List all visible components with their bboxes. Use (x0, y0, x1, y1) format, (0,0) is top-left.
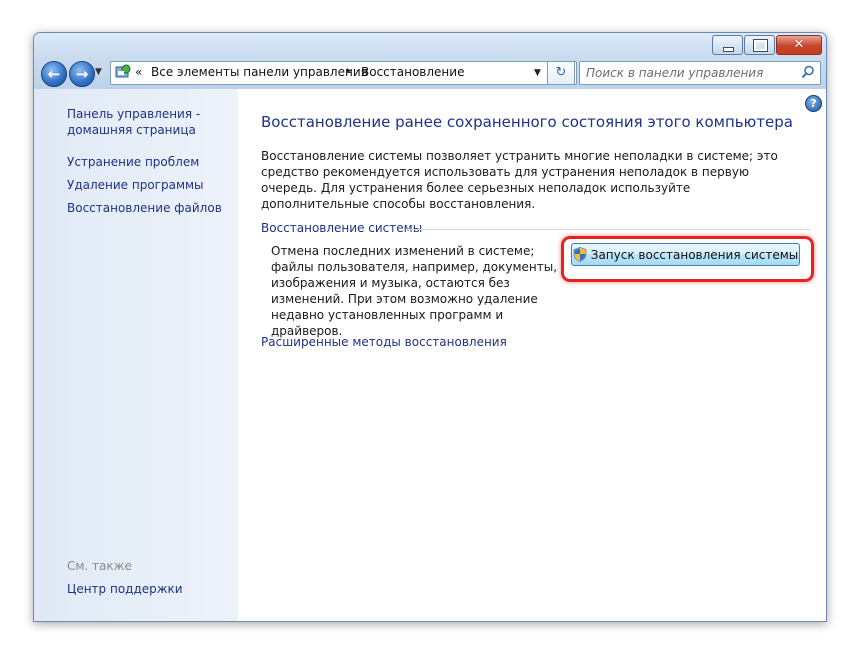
system-restore-section-title: Восстановление системы (261, 221, 423, 235)
window-controls: ✕ (711, 35, 822, 55)
sidebar-item-uninstall-program[interactable]: Удаление программы (67, 177, 204, 193)
maximize-button[interactable] (744, 35, 775, 55)
close-icon: ✕ (793, 37, 805, 52)
refresh-icon: ↻ (555, 65, 567, 80)
maximize-icon (753, 39, 768, 52)
address-bar[interactable]: « Все элементы панели управления ▸ Восст… (110, 61, 577, 85)
sidebar: Панель управления - домашняя страница Ус… (34, 89, 238, 621)
back-arrow-icon: ← (47, 65, 61, 83)
close-button[interactable]: ✕ (776, 35, 822, 55)
sidebar-item-troubleshooting[interactable]: Устранение проблем (67, 154, 199, 170)
address-overflow-chevron[interactable]: « (135, 65, 142, 79)
open-system-restore-button[interactable]: Запуск восстановления системы (571, 243, 800, 266)
minimize-icon (723, 47, 734, 52)
recent-pages-dropdown[interactable]: ▼ (95, 67, 102, 77)
forward-button[interactable]: → (69, 61, 95, 87)
sidebar-item-control-panel-home[interactable]: Панель управления - домашняя страница (67, 106, 200, 138)
see-also-heading: См. также (67, 559, 132, 573)
control-panel-window: ✕ ← → ▼ « Все элементы панели управления… (33, 32, 827, 622)
minimize-button[interactable] (712, 35, 743, 55)
forward-arrow-icon: → (75, 65, 89, 83)
sidebar-item-action-center[interactable]: Центр поддержки (67, 582, 183, 596)
search-input[interactable] (584, 64, 793, 82)
system-restore-description: Отмена последних изменений в системе; фа… (271, 244, 558, 338)
open-system-restore-label: Запуск восстановления системы (590, 247, 799, 262)
page-title: Восстановление ранее сохраненного состоя… (261, 113, 793, 131)
uac-shield-icon (573, 247, 587, 262)
address-history-dropdown[interactable]: ▼ (534, 68, 541, 78)
breadcrumb-all-control-panel-items[interactable]: Все элементы панели управления (151, 65, 368, 79)
search-icon[interactable] (801, 65, 815, 79)
sidebar-item-file-recovery[interactable]: Восстановление файлов (67, 200, 222, 216)
help-icon[interactable]: ? (805, 95, 822, 112)
recovery-description: Восстановление системы позволяет устрани… (261, 149, 778, 211)
search-box[interactable] (579, 61, 821, 85)
section-divider (406, 229, 810, 230)
breadcrumb-separator[interactable]: ▸ (347, 66, 352, 76)
breadcrumb-recovery[interactable]: Восстановление (361, 65, 464, 79)
control-panel-icon (115, 64, 131, 78)
title-bar: ✕ ← → ▼ « Все элементы панели управления… (34, 33, 826, 89)
main-panel: ? Восстановление ранее сохраненного сост… (238, 89, 826, 621)
back-button[interactable]: ← (41, 61, 67, 87)
window-content: Панель управления - домашняя страница Ус… (34, 89, 826, 621)
refresh-button[interactable]: ↻ (547, 61, 575, 85)
advanced-recovery-methods-link[interactable]: Расширенные методы восстановления (261, 335, 507, 349)
